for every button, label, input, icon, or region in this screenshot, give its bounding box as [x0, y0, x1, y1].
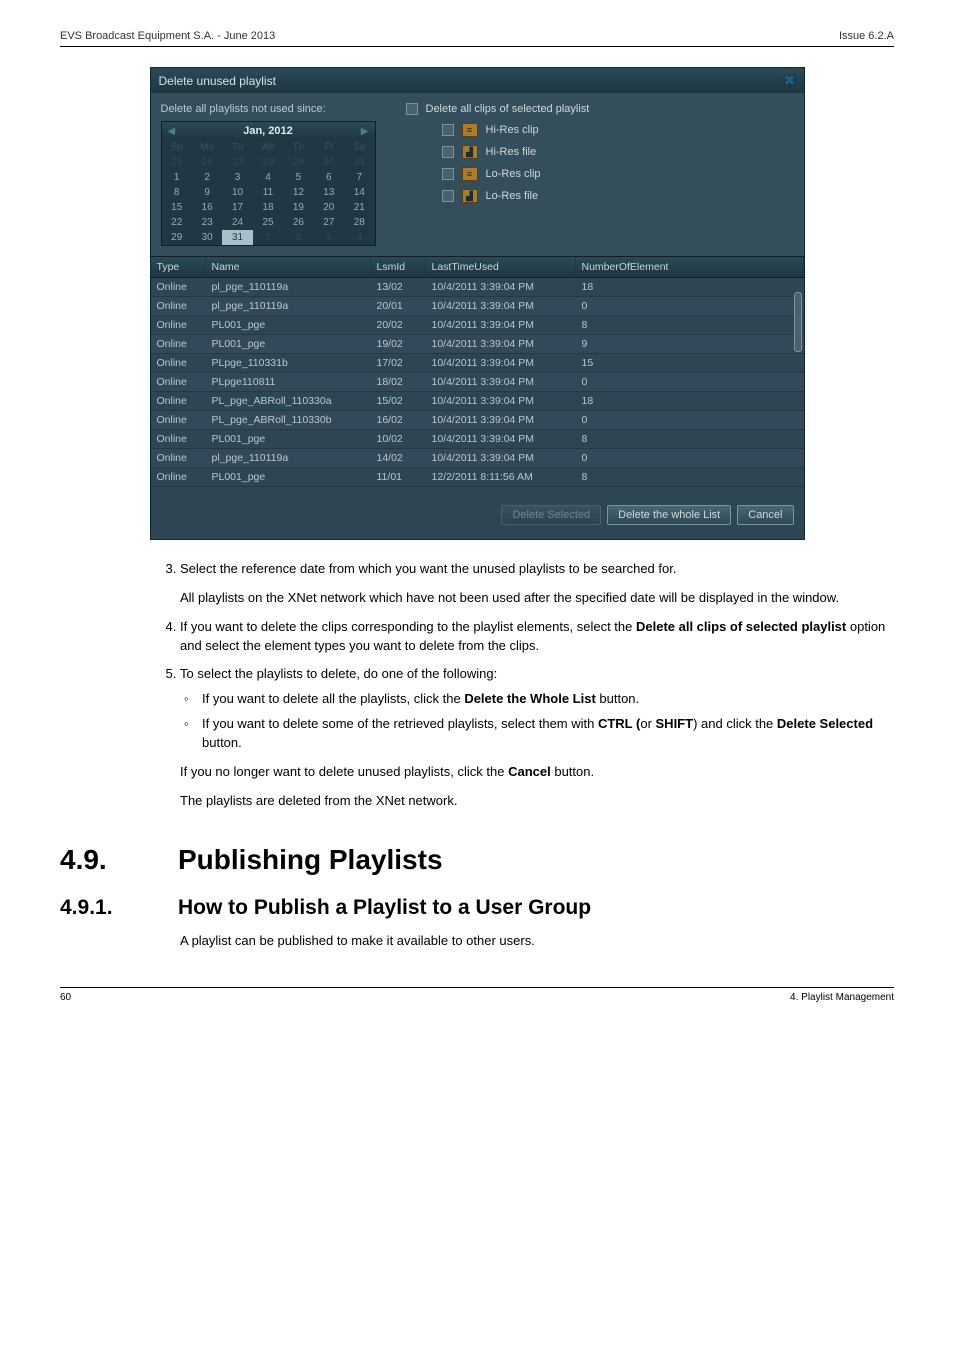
cal-day[interactable]: 19	[283, 200, 313, 215]
page-number: 60	[60, 992, 71, 1003]
option-checkbox[interactable]	[442, 146, 454, 158]
cal-day[interactable]: 17	[222, 200, 252, 215]
cal-day[interactable]: 25	[253, 215, 283, 230]
table-row[interactable]: Onlinepl_pge_110119a14/0210/4/2011 3:39:…	[151, 449, 804, 468]
since-label: Delete all playlists not used since:	[161, 103, 376, 115]
cal-day[interactable]: 21	[344, 200, 374, 215]
cal-day[interactable]: 23	[192, 215, 222, 230]
cal-day[interactable]: 8	[162, 185, 192, 200]
table-row[interactable]: OnlinePLpge_110331b17/0210/4/2011 3:39:0…	[151, 354, 804, 373]
cal-prev-icon[interactable]: ◀	[168, 126, 176, 137]
cal-day[interactable]: 1	[253, 230, 283, 245]
option-label: Lo-Res file	[486, 190, 539, 202]
file-icon	[462, 145, 478, 159]
cal-day[interactable]: 3	[314, 230, 344, 245]
option-label: Hi-Res file	[486, 146, 537, 158]
cal-day[interactable]: 3	[222, 170, 252, 185]
cal-day[interactable]: 31	[222, 230, 252, 245]
cal-day[interactable]: 27	[314, 215, 344, 230]
scrollbar[interactable]	[794, 292, 802, 352]
col-lsmid[interactable]: LsmId	[371, 257, 426, 277]
subsection-heading: 4.9.1.How to Publish a Playlist to a Use…	[60, 896, 894, 920]
step-5: To select the playlists to delete, do on…	[180, 665, 894, 781]
section-heading: 4.9.Publishing Playlists	[60, 844, 894, 876]
table-row[interactable]: OnlinePL001_pge11/0112/2/2011 8:11:56 AM…	[151, 468, 804, 487]
table-row[interactable]: OnlinePLpge11081118/0210/4/2011 3:39:04 …	[151, 373, 804, 392]
option-checkbox[interactable]	[442, 124, 454, 136]
cal-day[interactable]: 26	[192, 155, 222, 170]
cal-day[interactable]: 6	[314, 170, 344, 185]
delete-clips-checkbox[interactable]	[406, 103, 418, 115]
cal-month: Jan, 2012	[243, 125, 293, 137]
cal-day[interactable]: 22	[162, 215, 192, 230]
cal-day[interactable]: 29	[162, 230, 192, 245]
option-checkbox[interactable]	[442, 168, 454, 180]
file-icon	[462, 189, 478, 203]
cal-day[interactable]: 25	[162, 155, 192, 170]
table-row[interactable]: OnlinePL_pge_ABRoll_110330b16/0210/4/201…	[151, 411, 804, 430]
table-row[interactable]: OnlinePL001_pge10/0210/4/2011 3:39:04 PM…	[151, 430, 804, 449]
cal-day[interactable]: 20	[314, 200, 344, 215]
subsection-body: A playlist can be published to make it a…	[180, 932, 894, 951]
col-type[interactable]: Type	[151, 257, 206, 277]
cal-day[interactable]: 24	[222, 215, 252, 230]
step-3: Select the reference date from which you…	[180, 560, 894, 608]
cal-day[interactable]: 12	[283, 185, 313, 200]
clip-icon	[462, 167, 478, 181]
calendar[interactable]: ◀ Jan, 2012 ▶ SuMoTuWeThFrSa 25262728293…	[161, 121, 376, 246]
cal-day[interactable]: 15	[162, 200, 192, 215]
option-label: Lo-Res clip	[486, 168, 541, 180]
cal-day[interactable]: 2	[192, 170, 222, 185]
close-icon[interactable]: ✖	[784, 72, 796, 89]
cal-day[interactable]: 27	[222, 155, 252, 170]
option-label: Hi-Res clip	[486, 124, 539, 136]
cal-day[interactable]: 13	[314, 185, 344, 200]
cal-day[interactable]: 28	[253, 155, 283, 170]
table-row[interactable]: Onlinepl_pge_110119a13/0210/4/2011 3:39:…	[151, 278, 804, 297]
header-right: Issue 6.2.A	[839, 30, 894, 42]
col-name[interactable]: Name	[206, 257, 371, 277]
table-row[interactable]: Onlinepl_pge_110119a20/0110/4/2011 3:39:…	[151, 297, 804, 316]
delete-clips-label: Delete all clips of selected playlist	[426, 103, 590, 115]
cal-day[interactable]: 5	[283, 170, 313, 185]
cal-day[interactable]: 1	[162, 170, 192, 185]
cal-day[interactable]: 9	[192, 185, 222, 200]
col-numberofelement[interactable]: NumberOfElement	[576, 257, 804, 277]
table-row[interactable]: OnlinePL_pge_ABRoll_110330a15/0210/4/201…	[151, 392, 804, 411]
delete-selected-button[interactable]: Delete Selected	[501, 505, 601, 525]
delete-unused-playlist-dialog: Delete unused playlist ✖ Delete all play…	[150, 67, 805, 540]
step-4: If you want to delete the clips correspo…	[180, 618, 894, 656]
cal-day[interactable]: 30	[314, 155, 344, 170]
cal-day[interactable]: 7	[344, 170, 374, 185]
cal-day[interactable]: 26	[283, 215, 313, 230]
cal-day[interactable]: 31	[344, 155, 374, 170]
clip-icon	[462, 123, 478, 137]
cal-day[interactable]: 10	[222, 185, 252, 200]
table-row[interactable]: OnlinePL001_pge20/0210/4/2011 3:39:04 PM…	[151, 316, 804, 335]
cancel-button[interactable]: Cancel	[737, 505, 793, 525]
cal-day[interactable]: 29	[283, 155, 313, 170]
option-checkbox[interactable]	[442, 190, 454, 202]
cal-day[interactable]: 18	[253, 200, 283, 215]
col-lasttimeused[interactable]: LastTimeUsed	[426, 257, 576, 277]
cal-day[interactable]: 4	[344, 230, 374, 245]
cal-next-icon[interactable]: ▶	[361, 126, 369, 137]
final-paragraph: The playlists are deleted from the XNet …	[180, 792, 894, 811]
table-row[interactable]: OnlinePL001_pge19/0210/4/2011 3:39:04 PM…	[151, 335, 804, 354]
cal-day[interactable]: 16	[192, 200, 222, 215]
cal-day[interactable]: 2	[283, 230, 313, 245]
cal-day[interactable]: 14	[344, 185, 374, 200]
footer-right: 4. Playlist Management	[790, 992, 894, 1003]
delete-whole-list-button[interactable]: Delete the whole List	[607, 505, 731, 525]
cal-day[interactable]: 11	[253, 185, 283, 200]
cal-day[interactable]: 30	[192, 230, 222, 245]
header-left: EVS Broadcast Equipment S.A. - June 2013	[60, 30, 275, 42]
cal-day[interactable]: 28	[344, 215, 374, 230]
dialog-title: Delete unused playlist	[159, 74, 276, 88]
cal-day[interactable]: 4	[253, 170, 283, 185]
